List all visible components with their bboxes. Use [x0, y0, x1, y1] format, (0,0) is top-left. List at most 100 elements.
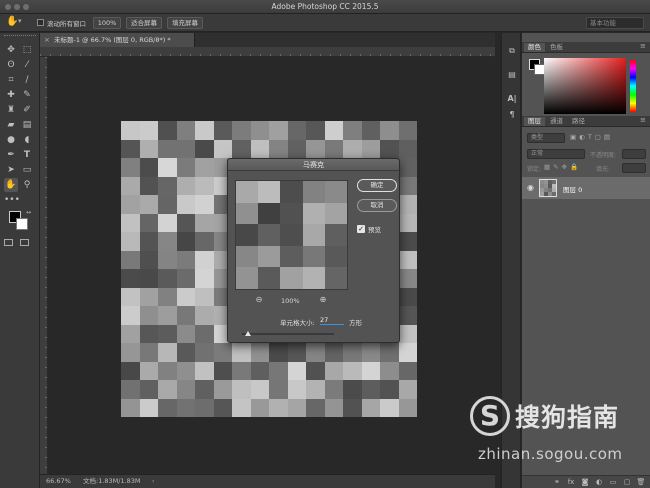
cell-size-slider-thumb[interactable]: [245, 331, 251, 336]
background-color-swatch[interactable]: [16, 218, 28, 230]
mosaic-cell: [398, 250, 417, 269]
cancel-button[interactable]: 取消: [357, 199, 397, 212]
mosaic-cell: [380, 380, 399, 399]
properties-icon[interactable]: ▤: [506, 69, 518, 81]
cell-size-slider[interactable]: [242, 333, 334, 335]
mosaic-cell: [398, 380, 417, 399]
screen-mode-icon[interactable]: [20, 239, 29, 246]
zoom-100-button[interactable]: 100%: [93, 17, 121, 29]
more-icon[interactable]: •••: [4, 193, 20, 207]
path-select-icon[interactable]: ➤: [4, 163, 18, 177]
ruler-horizontal[interactable]: [40, 47, 495, 57]
mosaic-cell: [121, 269, 140, 288]
tab-layers[interactable]: 图层: [524, 117, 545, 126]
magic-wand-icon[interactable]: ⁄: [20, 58, 34, 72]
eyedropper-icon[interactable]: ∕: [20, 73, 34, 87]
close-icon[interactable]: ×: [44, 33, 50, 47]
document-tab[interactable]: 未标题-1 @ 66.7% (图层 0, RGB/8*) *: [40, 33, 195, 47]
blend-mode-select[interactable]: 正常: [527, 149, 585, 159]
stamp-icon[interactable]: ♜: [4, 103, 18, 117]
eye-icon[interactable]: ◉: [527, 183, 534, 192]
link-layers-icon[interactable]: ⚭: [552, 478, 562, 487]
mosaic-cell: [139, 361, 158, 380]
mosaic-cell: [158, 121, 177, 140]
mosaic-cell: [398, 139, 417, 158]
tab-swatches[interactable]: 色板: [546, 43, 567, 52]
mosaic-cell: [302, 224, 325, 246]
cell-size-input[interactable]: 27: [320, 316, 344, 325]
healing-icon[interactable]: ✚: [4, 88, 18, 102]
paragraph-icon[interactable]: ¶: [506, 109, 518, 121]
crop-icon[interactable]: ⌗: [4, 73, 18, 87]
lock-icons[interactable]: ▦✎✥🔒: [544, 163, 581, 171]
history-brush-icon[interactable]: ✐: [20, 103, 34, 117]
mosaic-cell: [158, 269, 177, 288]
new-group-icon[interactable]: ▭: [608, 478, 618, 487]
mosaic-cell: [195, 158, 214, 177]
workspace-switcher[interactable]: 基本功能: [586, 17, 644, 29]
fit-screen-button[interactable]: 适合屏幕: [126, 17, 162, 29]
mosaic-cell: [324, 380, 343, 399]
mosaic-cell: [343, 361, 362, 380]
history-icon[interactable]: ⧉: [506, 45, 518, 57]
mosaic-cell: [121, 250, 140, 269]
fill-screen-button[interactable]: 填充屏幕: [167, 17, 203, 29]
move-icon[interactable]: ✥: [4, 43, 18, 57]
blur-icon[interactable]: ●: [4, 133, 18, 147]
chevron-right-icon[interactable]: ›: [152, 475, 154, 488]
lasso-icon[interactable]: ʘ: [4, 58, 18, 72]
brush-icon[interactable]: ✎: [20, 88, 34, 102]
mosaic-cell: [250, 380, 269, 399]
eraser-icon[interactable]: ▰: [4, 118, 18, 132]
panel-menu-icon[interactable]: ≡: [640, 42, 646, 50]
add-mask-icon[interactable]: ◙: [580, 478, 590, 487]
layer-row[interactable]: ◉ 图层 0: [522, 177, 650, 199]
zoom-out-icon[interactable]: ⊖: [254, 295, 264, 305]
ok-button[interactable]: 确定: [357, 179, 397, 192]
toolbar-grip[interactable]: [4, 35, 36, 38]
layer-name[interactable]: 图层 0: [563, 184, 582, 194]
fill-input[interactable]: [622, 163, 646, 173]
tools-panel: ✥ ⬚ ʘ ⁄ ⌗ ∕ ✚ ✎ ♜ ✐ ▰ ▤ ● ◖ ✒ T ➤ ▭ ✋ ⚲ …: [0, 33, 40, 488]
color-picker-field[interactable]: [544, 58, 626, 114]
rectangle-icon[interactable]: ▭: [20, 163, 34, 177]
adjustment-layer-icon[interactable]: ◐: [594, 478, 604, 487]
blend-mode-value: 正常: [531, 150, 544, 157]
hand-tool-icon[interactable]: ✋: [4, 178, 18, 192]
status-zoom[interactable]: 66.67%: [46, 475, 71, 488]
pen-icon[interactable]: ✒: [4, 148, 18, 162]
type-icon[interactable]: T: [20, 148, 34, 162]
quick-mask-icon[interactable]: [4, 239, 13, 246]
dialog-title[interactable]: 马赛克: [228, 159, 399, 171]
mosaic-cell: [195, 269, 214, 288]
fx-icon[interactable]: fx: [566, 478, 576, 487]
layer-kind-filter[interactable]: 类型: [527, 133, 565, 143]
tab-channels[interactable]: 通道: [546, 117, 567, 126]
tab-paths[interactable]: 路径: [568, 117, 589, 126]
layers-menu-icon[interactable]: ≡: [640, 116, 646, 124]
hue-slider[interactable]: [630, 60, 636, 112]
gradient-icon[interactable]: ▤: [20, 118, 34, 132]
mosaic-cell: [324, 267, 347, 289]
marquee-icon[interactable]: ⬚: [20, 43, 34, 57]
mosaic-cell: [302, 181, 325, 203]
hand-icon[interactable]: ✋: [6, 16, 18, 27]
mosaic-cell: [176, 287, 195, 306]
trash-icon[interactable]: 🗑: [636, 478, 646, 487]
filter-preview[interactable]: [235, 180, 348, 290]
dodge-icon[interactable]: ◖: [20, 133, 34, 147]
filter-icons[interactable]: ▣◐T▢▤: [570, 133, 613, 141]
chevron-down-icon[interactable]: ▾: [18, 17, 22, 25]
mosaic-cell: [361, 380, 380, 399]
tab-color[interactable]: 颜色: [524, 43, 545, 52]
new-layer-icon[interactable]: ▢: [622, 478, 632, 487]
character-icon[interactable]: A|: [506, 93, 518, 105]
preview-checkbox[interactable]: ✓: [357, 225, 365, 233]
scroll-all-windows-checkbox[interactable]: [37, 19, 44, 26]
zoom-in-icon[interactable]: ⊕: [318, 295, 328, 305]
zoom-icon[interactable]: ⚲: [20, 178, 34, 192]
opacity-input[interactable]: [622, 149, 646, 159]
swap-colors-icon[interactable]: ↔: [26, 209, 31, 216]
mosaic-cell: [280, 245, 303, 268]
ruler-vertical[interactable]: [40, 57, 48, 474]
